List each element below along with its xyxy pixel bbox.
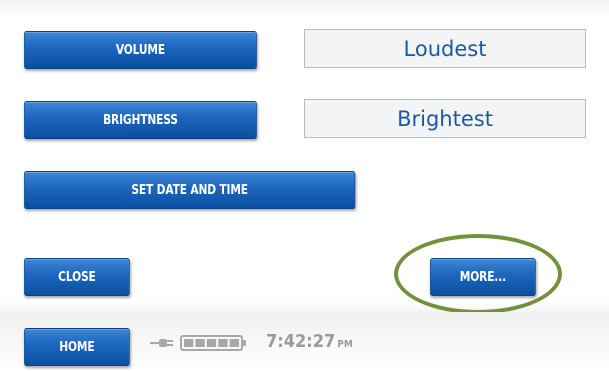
clock-ampm: PM — [337, 339, 353, 350]
battery-icon — [180, 335, 246, 351]
volume-button-label: VOLUME — [115, 42, 165, 58]
set-date-and-time-button[interactable]: SET DATE AND TIME — [24, 171, 356, 209]
battery-segment — [184, 339, 194, 347]
close-button-label: CLOSE — [58, 269, 96, 285]
clock-time: 7:42:27 — [266, 331, 336, 352]
battery-segment — [206, 339, 217, 347]
brightness-value-text: Brightest — [397, 106, 493, 131]
highlight-ellipse — [394, 234, 562, 314]
home-button[interactable]: HOME — [24, 328, 130, 366]
brightness-value: Brightest — [304, 99, 586, 138]
power-plug-icon — [150, 339, 173, 347]
brightness-button[interactable]: BRIGHTNESS — [24, 101, 257, 139]
battery-segment — [195, 339, 205, 347]
set-date-and-time-label: SET DATE AND TIME — [131, 182, 248, 198]
brightness-button-label: BRIGHTNESS — [103, 112, 178, 128]
home-button-label: HOME — [59, 339, 95, 355]
battery-segment — [218, 339, 228, 347]
close-button[interactable]: CLOSE — [24, 258, 130, 296]
volume-button[interactable]: VOLUME — [24, 31, 257, 69]
settings-screen: VOLUME Loudest BRIGHTNESS Brightest SET … — [0, 0, 609, 371]
volume-value: Loudest — [304, 29, 586, 68]
volume-value-text: Loudest — [403, 36, 487, 61]
clock: 7:42:27 PM — [266, 331, 353, 352]
battery-segment — [229, 339, 239, 347]
